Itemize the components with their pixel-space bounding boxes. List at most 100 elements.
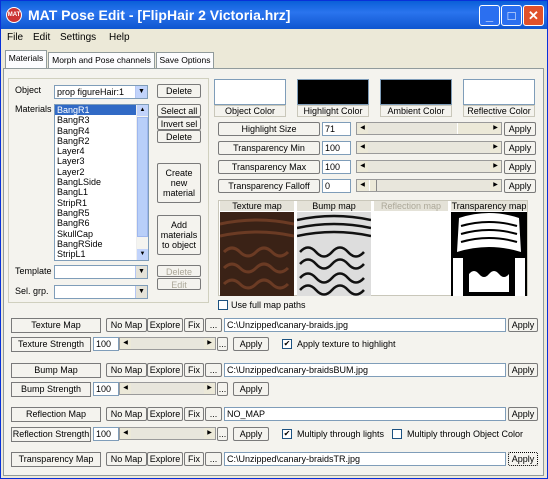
- prop-apply-button-1[interactable]: Apply: [504, 141, 536, 155]
- material-list-item[interactable]: BangR5: [55, 208, 148, 218]
- arrow-left-icon[interactable]: ◀: [120, 383, 131, 394]
- reflection_map-browse-button[interactable]: ...: [205, 407, 222, 421]
- arrow-left-icon[interactable]: ◀: [120, 338, 131, 349]
- arrow-right-icon[interactable]: ▶: [490, 161, 501, 172]
- texture_strength-slider[interactable]: ◀ ▶: [119, 337, 216, 350]
- texture_map-fix-button[interactable]: Fix: [184, 318, 204, 332]
- arrow-left-icon[interactable]: ◀: [357, 180, 368, 191]
- texture_map-apply-button[interactable]: Apply: [508, 318, 538, 332]
- title-bar[interactable]: MAT MAT Pose Edit - [FlipHair 2 Victoria…: [1, 1, 547, 29]
- template-edit-button[interactable]: Edit: [157, 278, 201, 290]
- arrow-right-icon[interactable]: ▶: [490, 142, 501, 153]
- reflective-color-swatch[interactable]: [463, 79, 535, 105]
- material-list-item[interactable]: BangR1: [55, 105, 148, 116]
- prop-slider-0[interactable]: ◀ ▶: [356, 122, 502, 135]
- prop-slider-3[interactable]: ◀ ▶: [356, 179, 502, 192]
- tab-save-options[interactable]: Save Options: [156, 52, 214, 68]
- texture_map-path-field[interactable]: C:\Unzipped\canary-braids.jpg: [224, 318, 506, 332]
- add-materials-button[interactable]: Add materials to object: [157, 215, 201, 255]
- transparency_map-browse-button[interactable]: ...: [205, 452, 222, 466]
- material-list-item[interactable]: BangRSide: [55, 239, 148, 249]
- texture-map-thumbnail[interactable]: [220, 212, 294, 296]
- prop-apply-button-2[interactable]: Apply: [504, 160, 536, 174]
- bump_strength-browse-button[interactable]: ...: [217, 382, 228, 396]
- material-list-item[interactable]: BangLSide: [55, 177, 148, 187]
- reflection_strength-value[interactable]: 100: [93, 427, 119, 441]
- scroll-thumb[interactable]: [137, 117, 148, 237]
- prop-value-1[interactable]: 100: [322, 141, 351, 155]
- reflection_map-apply-button[interactable]: Apply: [508, 407, 538, 421]
- material-list-item[interactable]: StripR1: [55, 198, 148, 208]
- texture_map-explore-button[interactable]: Explore: [147, 318, 183, 332]
- multiply-lights-checkbox[interactable]: ✔: [282, 429, 292, 439]
- slider-thumb[interactable]: [369, 180, 377, 191]
- arrow-right-icon[interactable]: ▶: [204, 428, 215, 439]
- arrow-right-icon[interactable]: ▶: [204, 338, 215, 349]
- menu-settings[interactable]: Settings: [60, 32, 96, 43]
- ambient-color-swatch[interactable]: [380, 79, 452, 105]
- texture_strength-value[interactable]: 100: [93, 337, 119, 351]
- materials-list[interactable]: BangR1 BangR3 BangR4 BangR2 Layer4 Layer3 Laye…: [54, 104, 149, 261]
- material-list-item[interactable]: BangR2: [55, 136, 148, 146]
- materials-scrollbar[interactable]: ▲ ▼: [136, 105, 148, 260]
- transparency_map-path-field[interactable]: C:\Unzipped\canary-braidsTR.jpg: [224, 452, 506, 466]
- template-delete-button[interactable]: Delete: [157, 265, 201, 277]
- reflection_map-explore-button[interactable]: Explore: [147, 407, 183, 421]
- prop-value-3[interactable]: 0: [322, 179, 351, 193]
- close-button[interactable]: ✕: [523, 5, 544, 26]
- material-list-item[interactable]: BangR3: [55, 115, 148, 125]
- material-list-item[interactable]: StripL1: [55, 249, 148, 259]
- apply-texture-highlight-checkbox[interactable]: ✔: [282, 339, 292, 349]
- prop-value-0[interactable]: 71: [322, 122, 351, 136]
- maximize-button[interactable]: □: [501, 5, 522, 26]
- transparency_map-fix-button[interactable]: Fix: [184, 452, 204, 466]
- prop-apply-button-0[interactable]: Apply: [504, 122, 536, 136]
- texture_map-browse-button[interactable]: ...: [205, 318, 222, 332]
- arrow-left-icon[interactable]: ◀: [357, 161, 368, 172]
- arrow-left-icon[interactable]: ◀: [357, 123, 368, 134]
- reflection_map-path-field[interactable]: NO_MAP: [224, 407, 506, 421]
- reflection_strength-slider[interactable]: ◀ ▶: [119, 427, 216, 440]
- create-material-button[interactable]: Create new material: [157, 163, 201, 203]
- bump_map-no-map-button[interactable]: No Map: [106, 363, 147, 377]
- arrow-right-icon[interactable]: ▶: [490, 123, 501, 134]
- transparency-map-thumbnail[interactable]: [451, 212, 527, 296]
- material-list-item[interactable]: Layer3: [55, 156, 148, 166]
- reflection_strength-browse-button[interactable]: ...: [217, 427, 228, 441]
- bump_strength-slider[interactable]: ◀ ▶: [119, 382, 216, 395]
- transparency_map-explore-button[interactable]: Explore: [147, 452, 183, 466]
- materials-delete-button[interactable]: Delete: [157, 130, 201, 143]
- bump-map-thumbnail[interactable]: [297, 212, 371, 296]
- texture_strength-browse-button[interactable]: ...: [217, 337, 228, 351]
- arrow-right-icon[interactable]: ▶: [204, 383, 215, 394]
- transparency_map-no-map-button[interactable]: No Map: [106, 452, 147, 466]
- bump_map-fix-button[interactable]: Fix: [184, 363, 204, 377]
- object-delete-button[interactable]: Delete: [157, 84, 201, 98]
- select-all-button[interactable]: Select all: [157, 104, 201, 117]
- texture_map-no-map-button[interactable]: No Map: [106, 318, 147, 332]
- bump_map-apply-button[interactable]: Apply: [508, 363, 538, 377]
- tab-morph-pose[interactable]: Morph and Pose channels: [48, 52, 155, 68]
- material-list-item[interactable]: BangR6: [55, 218, 148, 228]
- prop-slider-1[interactable]: ◀ ▶: [356, 141, 502, 154]
- arrow-right-icon[interactable]: ▶: [490, 180, 501, 191]
- texture_strength-apply-button[interactable]: Apply: [233, 337, 269, 351]
- bump_map-explore-button[interactable]: Explore: [147, 363, 183, 377]
- menu-edit[interactable]: Edit: [33, 32, 50, 43]
- invert-sel-button[interactable]: Invert sel: [157, 117, 201, 130]
- prop-slider-2[interactable]: ◀ ▶: [356, 160, 502, 173]
- material-list-item[interactable]: Layer4: [55, 146, 148, 156]
- highlight-color-swatch[interactable]: [297, 79, 369, 105]
- bump_strength-apply-button[interactable]: Apply: [233, 382, 269, 396]
- sel-grp-select[interactable]: ▼: [54, 285, 148, 299]
- bump_map-path-field[interactable]: C:\Unzipped\canary-braidsBUM.jpg: [224, 363, 506, 377]
- arrow-left-icon[interactable]: ◀: [120, 428, 131, 439]
- bump_strength-value[interactable]: 100: [93, 382, 119, 396]
- minimize-button[interactable]: _: [479, 5, 500, 26]
- slider-thumb[interactable]: [457, 123, 491, 134]
- menu-file[interactable]: File: [7, 32, 23, 43]
- use-full-paths-checkbox[interactable]: [218, 300, 228, 310]
- object-select[interactable]: prop figureHair:1 ▼: [54, 85, 148, 99]
- prop-value-2[interactable]: 100: [322, 160, 351, 174]
- reflection_map-no-map-button[interactable]: No Map: [106, 407, 147, 421]
